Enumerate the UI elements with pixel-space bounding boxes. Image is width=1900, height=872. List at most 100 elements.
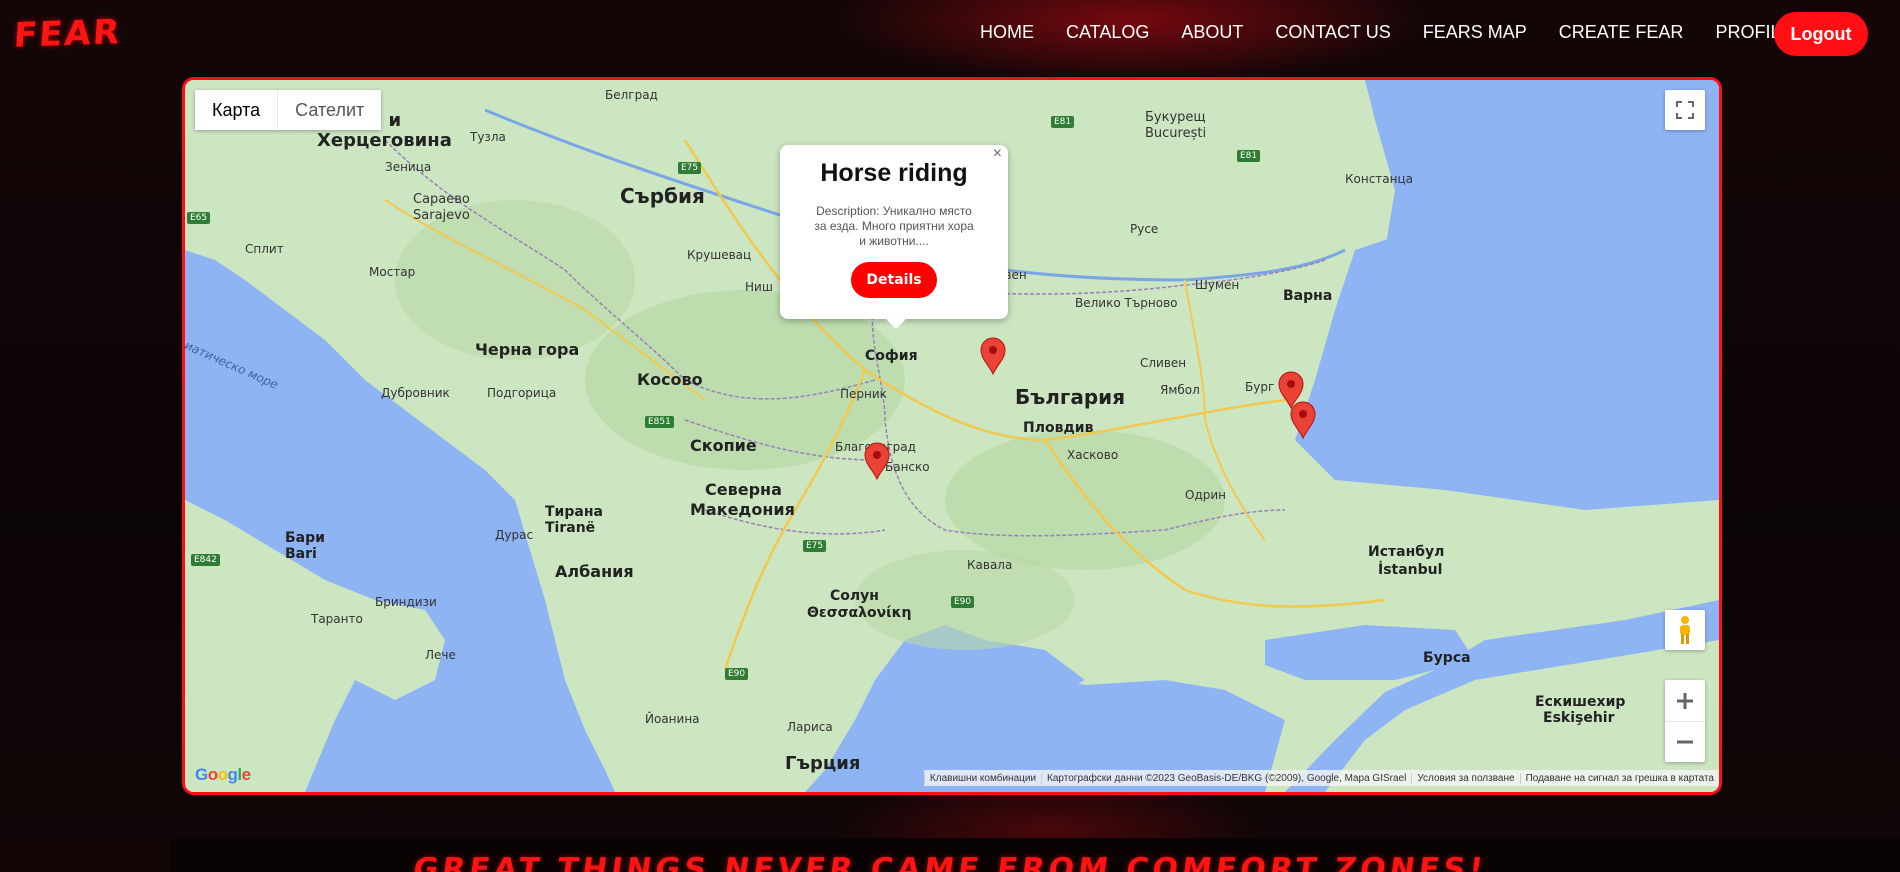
label-constanta: Констанца <box>1345 172 1414 186</box>
highway-shield: E851 <box>645 416 674 428</box>
label-pernik: Перник <box>840 387 887 401</box>
label-haskovo: Хасково <box>1067 448 1119 462</box>
label-serbia: Сърбия <box>620 184 705 208</box>
keyboard-shortcuts-link[interactable]: Клавишни комбинации <box>923 772 1041 784</box>
label-skopje: Скопие <box>690 436 757 455</box>
plus-icon <box>1677 692 1693 709</box>
label-mostar: Мостар <box>369 265 416 279</box>
marker-info-window: × Horse riding Description: Уникално мяс… <box>780 145 1008 329</box>
label-tirana-latin: Tiranë <box>545 520 596 536</box>
street-view-pegman[interactable] <box>1665 610 1705 650</box>
highway-shield: E75 <box>803 540 827 552</box>
label-bucharest: Букурещ <box>1145 110 1206 125</box>
highway-shield: E65 <box>187 212 211 224</box>
highway-shield: E81 <box>1237 150 1261 162</box>
label-istanbul-latin: İstanbul <box>1378 562 1443 578</box>
label-north-macedonia-2: Македония <box>690 500 795 519</box>
label-albania: Албания <box>555 562 634 581</box>
terms-link[interactable]: Условия за ползване <box>1411 772 1519 784</box>
label-zenica: Зеница <box>385 160 432 174</box>
label-tirana: Тирана <box>545 504 603 520</box>
label-eskisehir-latin: Eskişehir <box>1543 710 1615 726</box>
map-marker[interactable] <box>863 442 891 480</box>
nav-home[interactable]: HOME <box>980 22 1034 43</box>
google-logo[interactable]: Google <box>195 765 251 785</box>
nav-contact-us[interactable]: CONTACT US <box>1275 22 1390 43</box>
footer-tagline: GREAT THINGS NEVER CAME FROM COMFORT ZON… <box>411 852 1489 872</box>
label-istanbul: Истанбул <box>1368 544 1445 560</box>
label-brindisi: Бриндизи <box>375 595 437 609</box>
label-sofia: София <box>865 348 918 364</box>
label-bursa: Бурса <box>1423 650 1471 666</box>
nav-about[interactable]: ABOUT <box>1181 22 1243 43</box>
label-varna: Варна <box>1283 288 1333 304</box>
label-eskisehir: Ескишехир <box>1535 694 1626 710</box>
label-greece: Гърция <box>785 753 861 774</box>
highway-shield: E75 <box>678 162 702 174</box>
fullscreen-button[interactable] <box>1665 90 1705 130</box>
map-type-control: Карта Сателит <box>195 90 382 130</box>
label-bansko: Банско <box>885 460 930 474</box>
label-herzegovina: Херцеговина <box>317 130 452 151</box>
zoom-in-button[interactable] <box>1665 681 1705 722</box>
highway-shield: E81 <box>1051 116 1075 128</box>
label-bulgaria: България <box>1015 385 1126 409</box>
tagline-clip: GREAT THINGS NEVER CAME FROM COMFORT ZON… <box>0 846 1900 872</box>
label-bari-latin: Bari <box>285 546 317 562</box>
info-window-description: Description: Уникално място за езда. Мно… <box>814 204 974 248</box>
nav-create-fear[interactable]: CREATE FEAR <box>1559 22 1684 43</box>
nav-catalog[interactable]: CATALOG <box>1066 22 1149 43</box>
label-podgorica: Подгорица <box>487 386 557 400</box>
map-type-satellite-button[interactable]: Сателит <box>277 90 382 130</box>
label-montenegro: Черна гора <box>475 340 580 359</box>
label-sarajevo-latin: Sarajevo <box>413 208 470 223</box>
label-shumen: Шумен <box>1195 278 1240 292</box>
fullscreen-icon <box>1676 101 1694 119</box>
details-button[interactable]: Details <box>851 262 937 298</box>
report-error-link[interactable]: Подаване на сигнал за грешка в картата <box>1519 772 1719 784</box>
nav-links: HOME CATALOG ABOUT CONTACT US FEARS MAP … <box>980 22 1824 43</box>
highway-shield: E842 <box>191 554 220 566</box>
black-sea <box>1335 80 1719 490</box>
label-edirne: Одрин <box>1185 488 1227 502</box>
label-sarajevo: Сараево <box>413 192 470 207</box>
site-logo[interactable]: FEAR <box>12 12 122 56</box>
label-yambol: Ямбол <box>1160 383 1200 397</box>
nav-fears-map[interactable]: FEARS MAP <box>1423 22 1527 43</box>
minus-icon <box>1677 740 1693 743</box>
map-attribution: Клавишни комбинации Картографски данни ©… <box>923 770 1719 786</box>
label-nis: Ниш <box>745 280 773 294</box>
label-ioannina: Йоанина <box>645 712 700 726</box>
label-plovdiv: Пловдив <box>1023 420 1094 436</box>
label-belgrade: Белград <box>605 88 658 102</box>
highway-shield: E90 <box>951 596 975 608</box>
map-marker[interactable] <box>1289 401 1317 439</box>
label-thessaloniki-greek: Θεσσαλονίκη <box>807 605 912 621</box>
map-data-credit: Картографски данни ©2023 GeoBasis-DE/BKG… <box>1041 772 1411 784</box>
label-ruse: Русе <box>1130 222 1159 236</box>
highway-shield: E90 <box>725 668 749 680</box>
label-kavala: Кавала <box>967 558 1013 572</box>
label-kragujevac: Крушевац <box>687 248 752 262</box>
label-split: Сплит <box>245 242 284 256</box>
label-bari: Бари <box>285 530 325 546</box>
label-dubrovnik: Дубровник <box>381 386 450 400</box>
fears-map[interactable]: Белград Букурещ București Сърбия сна и Х… <box>182 77 1722 795</box>
label-sliven: Сливен <box>1140 356 1187 370</box>
label-bucuresti: București <box>1145 126 1207 141</box>
navbar: FEAR HOME CATALOG ABOUT CONTACT US FEARS… <box>0 0 1900 68</box>
map-type-map-button[interactable]: Карта <box>195 90 278 130</box>
label-larisa: Лариса <box>787 720 833 734</box>
info-window-title: Horse riding <box>820 159 968 187</box>
label-lecce: Лече <box>425 648 456 662</box>
map-marker[interactable] <box>979 337 1007 375</box>
label-taranto: Таранто <box>311 612 363 626</box>
label-burgas: Бург <box>1245 380 1275 394</box>
close-icon[interactable]: × <box>993 145 1002 163</box>
label-veliko-tarnovo: Велико Търново <box>1075 296 1178 310</box>
logout-button[interactable]: Logout <box>1774 12 1868 56</box>
label-durres: Дурас <box>495 528 534 542</box>
zoom-control <box>1665 680 1705 762</box>
label-north-macedonia-1: Северна <box>705 480 782 499</box>
zoom-out-button[interactable] <box>1665 722 1705 762</box>
